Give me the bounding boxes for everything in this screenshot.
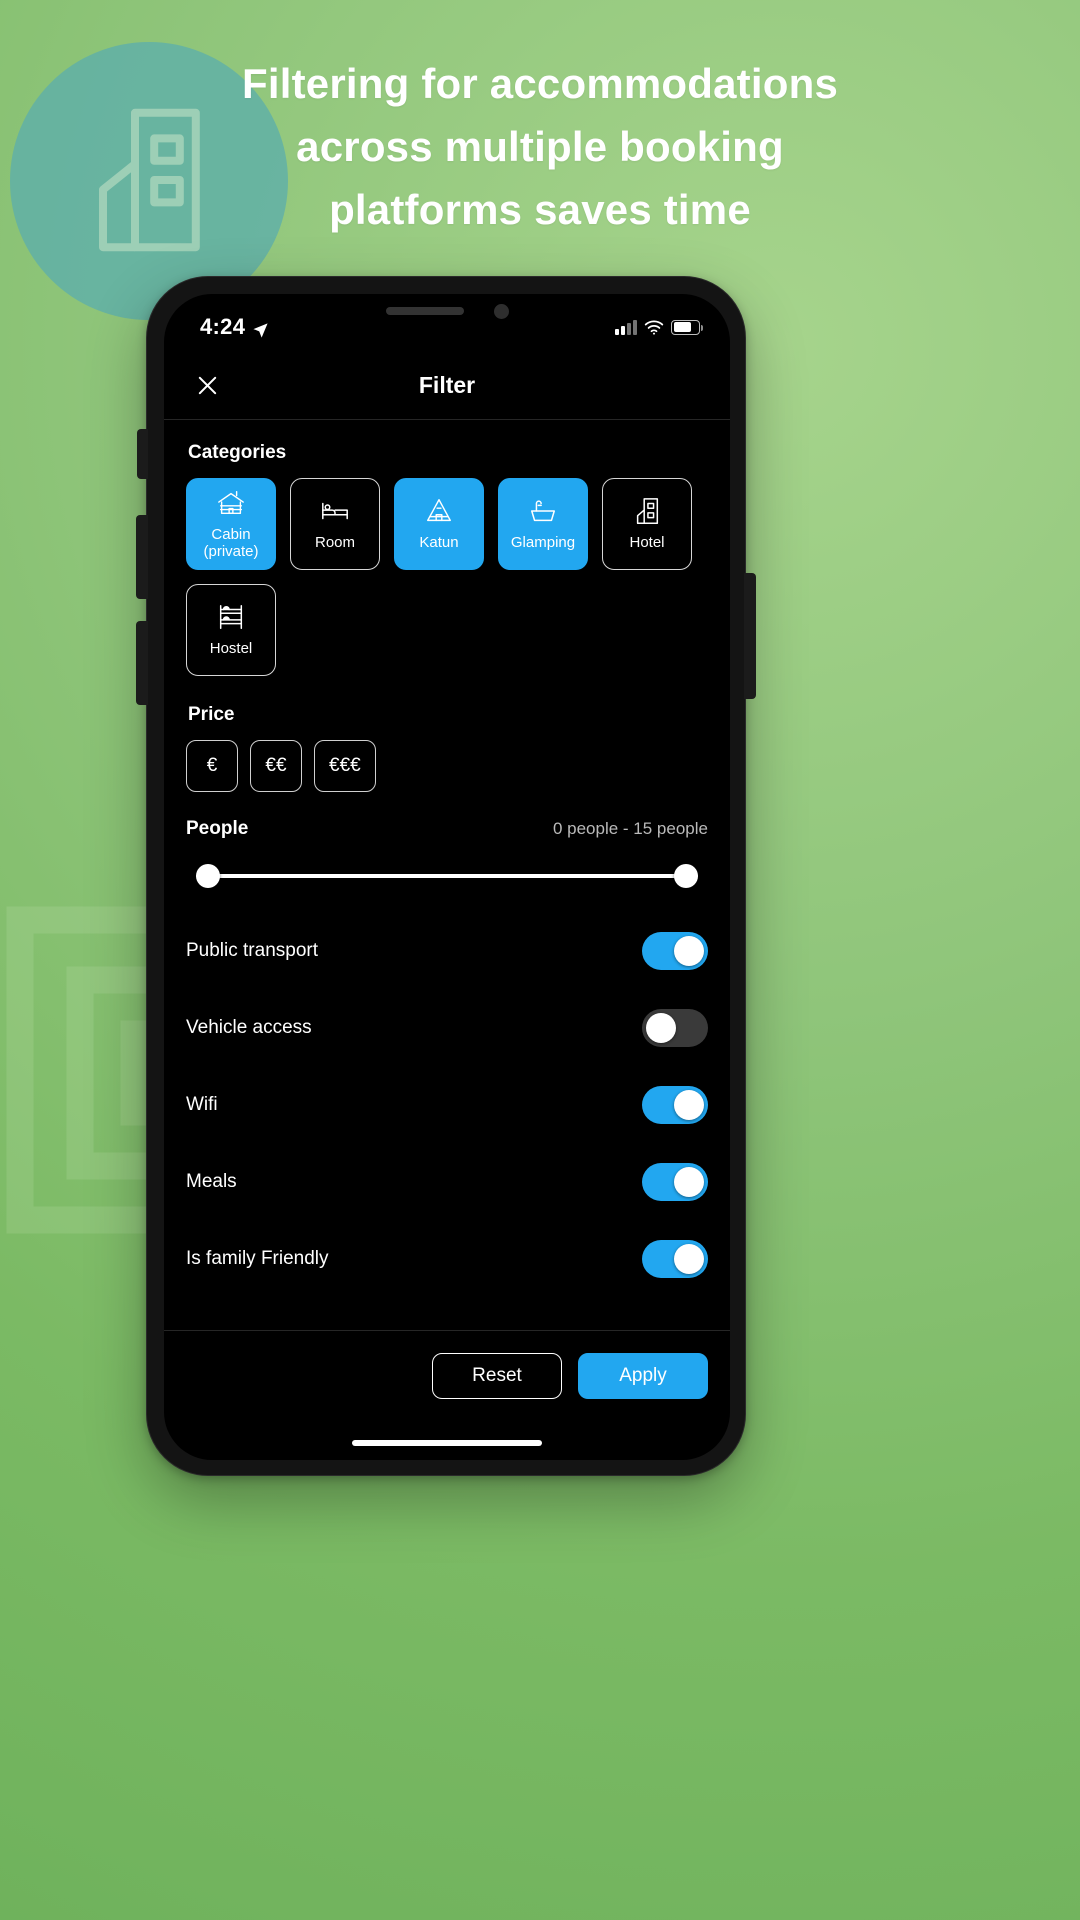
people-range-value: 0 people - 15 people <box>552 819 708 838</box>
toggle-label: Vehicle access <box>186 1016 312 1038</box>
apply-button[interactable]: Apply <box>578 1353 708 1399</box>
slider-track <box>196 874 698 878</box>
power-button[interactable] <box>744 573 756 699</box>
price-label: Price <box>188 704 235 725</box>
categories-label: Categories <box>188 442 287 463</box>
bathtub-icon <box>528 496 558 526</box>
toggle-switch-is-family-friendly[interactable] <box>642 1239 708 1278</box>
status-right <box>615 319 703 335</box>
volume-down-button[interactable] <box>136 621 148 705</box>
category-chip-hostel[interactable]: Hostel <box>186 584 276 676</box>
category-chip-label: Hotel <box>629 534 665 552</box>
filter-header: Filter <box>164 352 730 420</box>
slider-thumb-max[interactable] <box>674 864 698 888</box>
price-options: € €€ €€€ <box>186 740 708 792</box>
toggle-row-meals: Meals <box>186 1157 708 1206</box>
page-title: Filter <box>418 372 476 398</box>
promo-headline: Filtering for accommodations across mult… <box>0 52 1080 241</box>
a-frame-hut-icon <box>424 496 454 526</box>
price-chip-1[interactable]: € <box>186 740 238 792</box>
toggle-row-vehicle-access: Vehicle access <box>186 1003 708 1052</box>
phone-mockup: 4:24 Filter Categories Cabin (private) R… <box>136 276 756 1476</box>
location-arrow-icon <box>252 319 269 338</box>
category-chip-label: Cabin (private) <box>203 525 259 560</box>
category-chip-label: Katun <box>419 534 459 552</box>
toggle-label: Meals <box>186 1170 237 1192</box>
category-chip-katun[interactable]: Katun <box>394 478 484 570</box>
category-chip-cabin-private[interactable]: Cabin (private) <box>186 478 276 570</box>
earpiece-speaker <box>385 307 464 315</box>
toggle-row-wifi: Wifi <box>186 1080 708 1129</box>
toggle-label: Wifi <box>186 1093 218 1115</box>
category-chip-label: Hostel <box>209 640 253 658</box>
price-chip-2[interactable]: €€ <box>250 740 302 792</box>
category-chip-label: Glamping <box>510 534 576 552</box>
price-chip-3[interactable]: €€€ <box>314 740 376 792</box>
reset-button[interactable]: Reset <box>432 1353 562 1399</box>
headline-line-3: platforms saves time <box>329 186 751 233</box>
toggle-row-public-transport: Public transport <box>186 926 708 975</box>
home-indicator[interactable] <box>352 1440 542 1446</box>
cabin-icon <box>216 488 246 518</box>
status-left: 4:24 <box>200 314 269 340</box>
battery-icon <box>671 319 703 335</box>
volume-up-button[interactable] <box>136 515 148 599</box>
bunk-bed-icon <box>216 602 246 632</box>
cellular-signal-icon <box>615 319 637 335</box>
category-chip-hotel[interactable]: Hotel <box>602 478 692 570</box>
close-icon[interactable] <box>186 365 228 407</box>
toggle-row-is-family-friendly: Is family Friendly <box>186 1234 708 1283</box>
mute-switch[interactable] <box>137 429 148 479</box>
category-chip-room[interactable]: Room <box>290 478 380 570</box>
amenity-toggle-list: Public transport Vehicle access Wifi Mea… <box>186 926 708 1283</box>
category-chip-glamping[interactable]: Glamping <box>498 478 588 570</box>
toggle-label: Is family Friendly <box>186 1247 329 1269</box>
people-range-slider[interactable] <box>196 854 698 898</box>
hotel-building-icon <box>632 496 662 526</box>
bed-icon <box>320 496 350 526</box>
toggle-switch-vehicle-access[interactable] <box>642 1008 708 1047</box>
category-chip-label: Room <box>314 534 355 552</box>
phone-screen: 4:24 Filter Categories Cabin (private) R… <box>164 294 730 1460</box>
headline-line-1: Filtering for accommodations <box>242 60 838 107</box>
toggle-switch-meals[interactable] <box>642 1162 708 1201</box>
toggle-label: Public transport <box>186 939 319 961</box>
categories-grid: Cabin (private) Room Katun Glamping Hote… <box>186 478 708 676</box>
front-camera <box>493 303 509 319</box>
headline-line-2: across multiple booking <box>296 123 784 170</box>
people-header: People 0 people - 15 people <box>186 818 708 840</box>
people-label: People <box>186 818 249 839</box>
toggle-switch-wifi[interactable] <box>642 1085 708 1124</box>
wifi-icon <box>644 320 664 335</box>
toggle-switch-public-transport[interactable] <box>642 931 708 970</box>
status-time: 4:24 <box>200 314 246 339</box>
phone-notch <box>324 294 570 328</box>
filter-content: Categories Cabin (private) Room Katun Gl… <box>164 420 730 1292</box>
slider-thumb-min[interactable] <box>196 864 220 888</box>
